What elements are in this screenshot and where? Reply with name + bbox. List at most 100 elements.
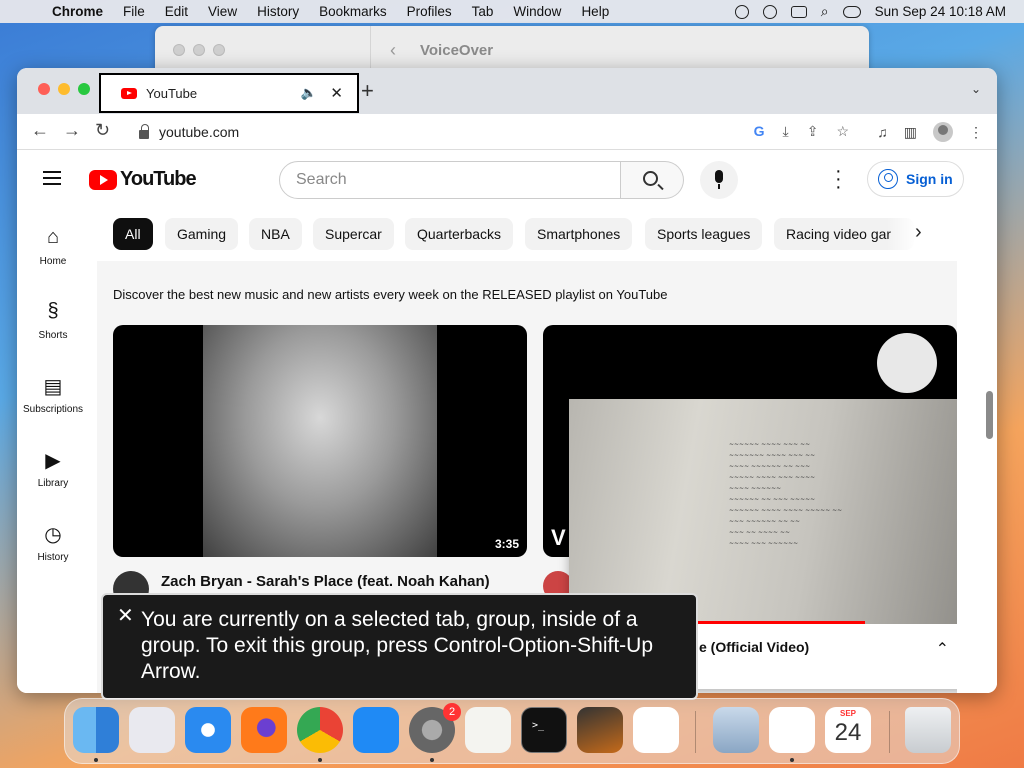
voice-search-button[interactable] <box>700 161 738 199</box>
google-lens-icon[interactable]: G <box>754 123 765 140</box>
firefox-icon[interactable] <box>241 707 287 753</box>
sign-in-button[interactable]: Sign in <box>867 161 964 197</box>
control-center-icon[interactable] <box>842 5 861 18</box>
sidebar-item-subscriptions[interactable]: ▤ Subscriptions <box>17 357 89 431</box>
accessibility-icon[interactable] <box>762 4 777 19</box>
chip-supercar[interactable]: Supercar <box>313 218 394 250</box>
menu-file[interactable]: File <box>113 4 155 19</box>
tab-title: YouTube <box>146 85 198 101</box>
menu-help[interactable]: Help <box>571 4 619 19</box>
media-controls-icon[interactable]: ♫ <box>877 124 888 140</box>
zoom-window-button[interactable] <box>78 83 90 95</box>
chip-gaming[interactable]: Gaming <box>165 218 239 250</box>
bookmark-star-icon[interactable]: ☆ <box>836 123 849 140</box>
url-text[interactable]: youtube.com <box>159 124 239 140</box>
chrome-icon[interactable] <box>297 707 343 753</box>
chrome-menu-icon[interactable]: ⋮ <box>969 124 983 141</box>
voiceover-caption-panel: ✕ You are currently on a selected tab, g… <box>101 593 698 700</box>
chip-smartphones[interactable]: Smartphones <box>525 218 633 250</box>
hamburger-menu-icon[interactable] <box>43 171 61 185</box>
menubar-clock[interactable]: Sun Sep 24 10:18 AM <box>875 4 1006 19</box>
youtube-favicon-icon <box>121 87 137 99</box>
miniplayer-video[interactable]: ~~~~~~ ~~~~ ~~~ ~~ ~~~~~~~ ~~~~ ~~~ ~~ ~~~… <box>569 399 957 624</box>
side-panel-icon[interactable]: ▥ <box>904 124 917 141</box>
menu-tab[interactable]: Tab <box>462 4 504 19</box>
calendar-icon[interactable]: SEP 24 <box>825 707 871 753</box>
forward-button[interactable]: → <box>63 120 81 141</box>
sidebar-item-label: Shorts <box>38 329 68 341</box>
thumbnail-image <box>203 325 437 557</box>
screen-mirroring-icon[interactable] <box>790 5 807 18</box>
expand-chevron-icon[interactable]: ⌃ <box>936 639 949 659</box>
dock: 2 >_ SEP 24 <box>64 698 960 764</box>
page-scrollbar[interactable] <box>986 391 993 439</box>
tab-youtube[interactable]: YouTube 🔈 ✕ <box>99 73 359 113</box>
new-tab-button[interactable]: + <box>361 78 374 104</box>
tab-strip: YouTube 🔈 ✕ + ⌄ <box>17 68 997 114</box>
trash-icon[interactable] <box>905 707 951 753</box>
menu-view[interactable]: View <box>198 4 247 19</box>
textedit-icon[interactable] <box>465 707 511 753</box>
back-button[interactable]: ← <box>31 120 49 141</box>
voiceover-title: VoiceOver <box>420 42 494 59</box>
filter-chips-bar: All Gaming NBA Supercar Quarterbacks Sma… <box>97 209 957 261</box>
sidebar-item-home[interactable]: ⌂ Home <box>17 209 89 283</box>
search-placeholder: Search <box>296 171 347 188</box>
launchpad-icon[interactable] <box>129 707 175 753</box>
vscode-icon[interactable] <box>633 707 679 753</box>
close-caption-icon[interactable]: ✕ <box>117 603 134 629</box>
minimize-window-button[interactable] <box>58 83 70 95</box>
menu-edit[interactable]: Edit <box>155 4 198 19</box>
freeform-icon[interactable] <box>769 707 815 753</box>
chip-all[interactable]: All <box>113 218 153 250</box>
finder-icon[interactable] <box>73 707 119 753</box>
chips-next-chevron-icon[interactable]: › <box>915 221 922 244</box>
chip-quarterbacks[interactable]: Quarterbacks <box>405 218 514 250</box>
search-input[interactable]: Search <box>279 161 621 199</box>
chip-sports-leagues[interactable]: Sports leagues <box>645 218 763 250</box>
app-store-icon[interactable] <box>353 707 399 753</box>
shorts-icon: § <box>47 299 59 322</box>
terminal-icon[interactable]: >_ <box>521 707 567 753</box>
tab-search-chevron-icon[interactable]: ⌄ <box>971 82 981 96</box>
system-settings-icon[interactable]: 2 <box>409 703 461 753</box>
video-overlay-text: V <box>551 525 566 550</box>
settings-kebab-icon[interactable]: · · · <box>835 161 842 197</box>
address-bar[interactable]: youtube.com G ⤓ ⇪ ☆ <box>127 118 857 146</box>
profile-avatar-icon[interactable] <box>933 122 953 142</box>
reload-button[interactable]: ↻ <box>95 120 110 141</box>
youtube-logo[interactable]: YouTube <box>89 168 197 191</box>
sidebar-item-label: History <box>37 551 69 563</box>
menu-history[interactable]: History <box>247 4 309 19</box>
voiceover-window-controls[interactable] <box>173 44 225 56</box>
menu-chrome[interactable]: Chrome <box>42 4 113 19</box>
close-tab-icon[interactable]: ✕ <box>330 84 343 102</box>
menu-window[interactable]: Window <box>503 4 571 19</box>
menu-bookmarks[interactable]: Bookmarks <box>309 4 397 19</box>
lock-icon[interactable] <box>139 123 149 139</box>
install-app-icon[interactable]: ⤓ <box>783 123 789 140</box>
close-window-button[interactable] <box>38 83 50 95</box>
voiceover-caption-text: You are currently on a selected tab, gro… <box>141 608 654 683</box>
video-title[interactable]: Zach Bryan - Sarah's Place (feat. Noah K… <box>161 573 490 590</box>
back-chevron-icon[interactable]: ‹ <box>390 40 396 61</box>
safari-icon[interactable] <box>185 707 231 753</box>
preview-icon[interactable] <box>713 707 759 753</box>
menu-profiles[interactable]: Profiles <box>397 4 462 19</box>
youtube-sidebar: ⌂ Home § Shorts ▤ Subscriptions ▶ Librar… <box>17 209 89 579</box>
chip-nba[interactable]: NBA <box>249 218 302 250</box>
play-status-icon[interactable] <box>734 4 749 19</box>
sidebar-item-library[interactable]: ▶ Library <box>17 431 89 505</box>
library-icon: ▶ <box>45 449 61 472</box>
sidebar-item-history[interactable]: ◷ History <box>17 505 89 579</box>
menu-bar: Chrome File Edit View History Bookmarks … <box>0 0 1024 23</box>
search-button[interactable] <box>621 161 684 199</box>
running-indicator <box>430 758 434 762</box>
sidebar-item-label: Subscriptions <box>22 403 84 415</box>
video-thumbnail[interactable]: 3:35 <box>113 325 527 557</box>
spotlight-icon[interactable]: ⌕ <box>821 3 829 20</box>
share-icon[interactable]: ⇪ <box>807 123 819 140</box>
sidebar-item-shorts[interactable]: § Shorts <box>17 283 89 357</box>
garageband-icon[interactable] <box>577 707 623 753</box>
speaker-icon[interactable]: 🔈 <box>301 85 317 101</box>
